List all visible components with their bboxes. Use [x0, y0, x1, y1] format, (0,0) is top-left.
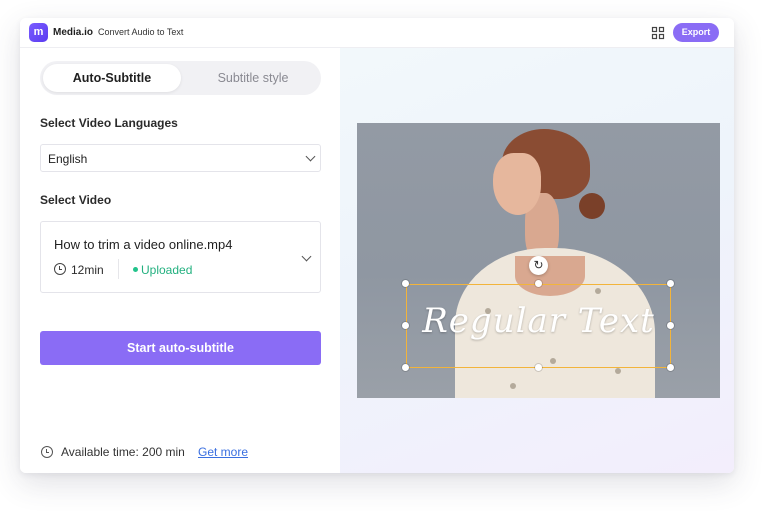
tab-auto-subtitle[interactable]: Auto-Subtitle: [43, 64, 181, 92]
language-select[interactable]: English: [40, 144, 321, 172]
resize-handle-bottom-right[interactable]: [667, 364, 674, 371]
resize-handle-left[interactable]: [402, 322, 409, 329]
video-file-name: How to trim a video online.mp4: [54, 237, 233, 252]
preview-image-face: [493, 153, 541, 215]
chevron-down-icon: [301, 251, 312, 262]
top-bar: m Media.io Convert Audio to Text Export: [20, 18, 734, 48]
status-dot-icon: [133, 267, 138, 272]
preview-panel: Regular Text ↻: [340, 48, 734, 473]
clock-icon: [54, 263, 66, 275]
rotate-icon[interactable]: ↻: [529, 256, 548, 275]
resize-handle-right[interactable]: [667, 322, 674, 329]
tab-subtitle-style[interactable]: Subtitle style: [188, 64, 318, 92]
settings-panel: Auto-Subtitle Subtitle style Select Vide…: [20, 48, 340, 473]
video-select[interactable]: How to trim a video online.mp4 12min Upl…: [40, 221, 321, 293]
mode-tabs: Auto-Subtitle Subtitle style: [40, 61, 321, 95]
languages-label: Select Video Languages: [40, 116, 178, 130]
video-label: Select Video: [40, 193, 112, 207]
app-window: m Media.io Convert Audio to Text Export …: [20, 18, 734, 473]
export-button[interactable]: Export: [673, 23, 719, 42]
resize-handle-bottom[interactable]: [535, 364, 542, 371]
subtitle-text[interactable]: Regular Text: [406, 301, 671, 341]
divider: [118, 259, 119, 279]
preview-image-bun: [579, 193, 605, 219]
video-duration: 12min: [71, 263, 104, 277]
start-auto-subtitle-button[interactable]: Start auto-subtitle: [40, 331, 321, 365]
get-more-link[interactable]: Get more: [198, 445, 248, 459]
media-io-logo-icon[interactable]: m: [29, 23, 48, 42]
resize-handle-top-left[interactable]: [402, 280, 409, 287]
brand-name: Media.io: [53, 27, 94, 38]
chevron-down-icon: [305, 151, 316, 162]
resize-handle-top-right[interactable]: [667, 280, 674, 287]
language-select-value: English: [48, 152, 88, 166]
dress-pattern: [615, 368, 621, 374]
video-preview[interactable]: Regular Text ↻: [357, 123, 720, 398]
dress-pattern: [510, 383, 516, 389]
breadcrumb[interactable]: Convert Audio to Text: [98, 27, 183, 37]
resize-handle-top[interactable]: [535, 280, 542, 287]
available-time: Available time: 200 min: [61, 445, 185, 459]
upload-status: Uploaded: [141, 263, 193, 277]
clock-icon: [41, 446, 53, 458]
resize-handle-bottom-left[interactable]: [402, 364, 409, 371]
apps-grid-icon[interactable]: [651, 26, 665, 40]
